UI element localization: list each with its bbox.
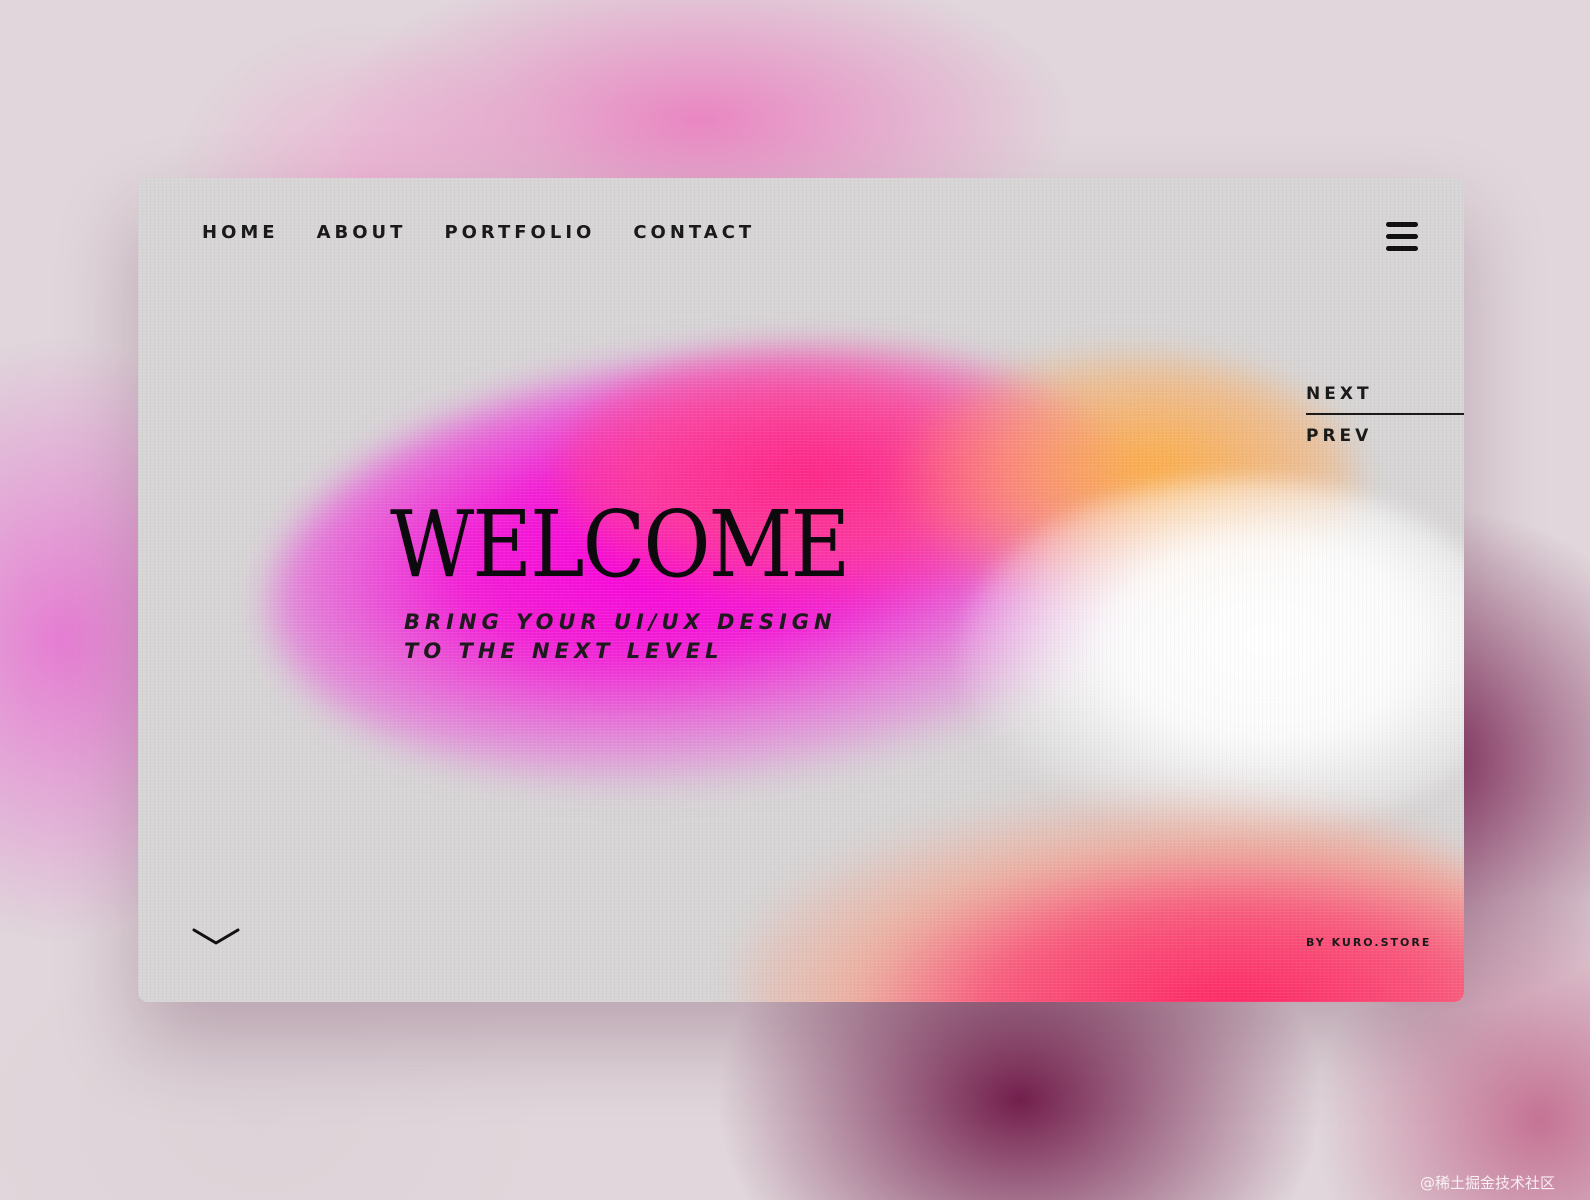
next-button[interactable]: NEXT bbox=[1306, 384, 1464, 404]
watermark-text: @稀土掘金技术社区 bbox=[1420, 1174, 1556, 1192]
nav-item-about[interactable]: ABOUT bbox=[317, 222, 407, 243]
hamburger-menu-icon[interactable] bbox=[1386, 222, 1418, 252]
landing-card: HOME ABOUT PORTFOLIO CONTACT NEXT PREV W… bbox=[138, 178, 1464, 1002]
hero-title: WELCOME bbox=[390, 492, 850, 599]
gradient-blob-orange bbox=[898, 353, 1358, 613]
gradient-blob-bottom bbox=[738, 798, 1464, 1002]
prev-button[interactable]: PREV bbox=[1306, 426, 1464, 446]
gradient-blob-white bbox=[958, 478, 1464, 838]
nav-item-home[interactable]: HOME bbox=[202, 222, 279, 243]
credit-text: BY KURO.STORE bbox=[1306, 936, 1432, 949]
nav-item-contact[interactable]: CONTACT bbox=[633, 222, 755, 243]
nav-item-portfolio[interactable]: PORTFOLIO bbox=[444, 222, 595, 243]
main-nav: HOME ABOUT PORTFOLIO CONTACT bbox=[202, 222, 793, 243]
slide-pager: NEXT PREV bbox=[1306, 384, 1464, 446]
hero-subtitle: BRING YOUR UI/UX DESIGN TO THE NEXT LEVE… bbox=[404, 608, 837, 666]
pager-divider bbox=[1306, 413, 1464, 415]
hero-subtitle-line-2: TO THE NEXT LEVEL bbox=[404, 639, 724, 663]
chevron-down-icon[interactable] bbox=[192, 926, 240, 948]
hero-subtitle-line-1: BRING YOUR UI/UX DESIGN bbox=[404, 610, 837, 634]
